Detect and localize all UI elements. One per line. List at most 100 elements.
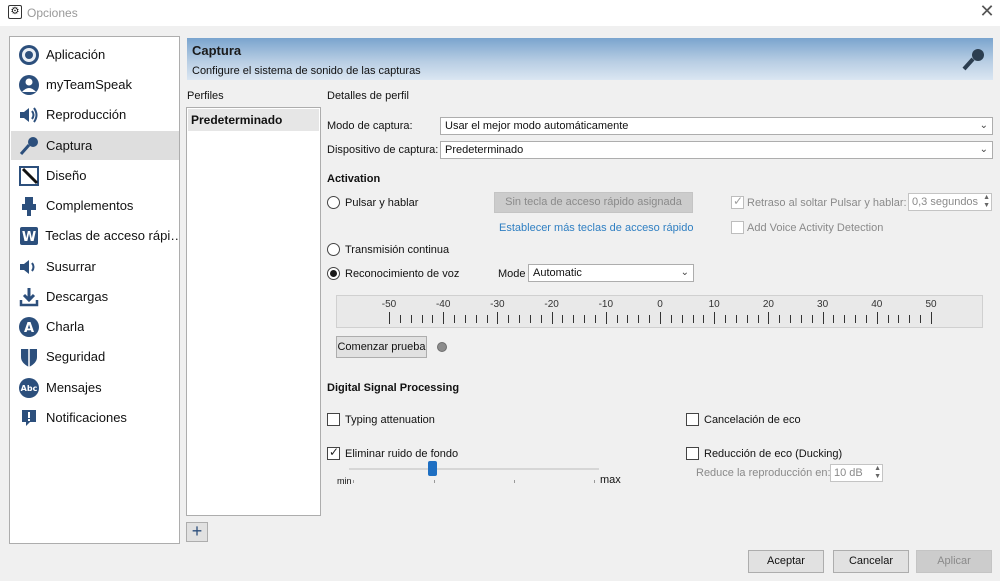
sidebar-item-label: Seguridad [46,349,106,364]
user-icon [16,73,42,97]
reduce-playback-spinbox[interactable]: 10 dB ▲ ▼ [830,464,883,482]
sidebar-item-mensajes[interactable]: Abc Mensajes [11,373,179,402]
capture-device-value: Predeterminado [445,144,524,156]
profiles-list: Predeterminado [186,107,321,516]
voice-level-meter[interactable]: -50 -40 -30 -20 -10 0 10 20 30 40 50 [336,295,983,328]
more-hotkeys-link[interactable]: Establecer más teclas de acceso rápido [499,222,693,234]
meter-tick [475,315,477,323]
meter-tick [529,315,531,323]
sidebar-item-label: Captura [46,138,93,153]
mode-label: Mode [498,268,526,280]
svg-text:W: W [21,230,35,245]
page-title: Captura [192,43,242,58]
continuous-label: Transmisión continua [345,244,450,256]
sidebar-item-charla[interactable]: A Charla [11,312,179,341]
noise-slider-thumb[interactable] [427,461,437,476]
sidebar-item-myteamspeak[interactable]: myTeamSpeak [11,70,179,99]
meter-tick [540,315,542,323]
sidebar-item-diseno[interactable]: Diseño [11,161,179,190]
meter-tick [464,315,466,323]
meter-tick [746,315,748,323]
push-to-talk-radio[interactable] [327,196,340,209]
profile-item[interactable]: Predeterminado [188,109,319,131]
meter-tick [594,315,596,323]
meter-tick [757,315,759,323]
profiles-label: Perfiles [187,90,224,102]
sidebar-item-label: Diseño [46,168,87,183]
sidebar-item-reproduccion[interactable]: Reproducción [11,100,179,129]
sidebar-item-captura[interactable]: Captura [11,131,179,160]
push-to-talk-label: Pulsar y hablar [345,197,419,209]
sidebar-item-label: Susurrar [46,259,96,274]
sidebar-item-teclas[interactable]: W Teclas de acceso rápi… [11,221,179,250]
sidebar-item-complementos[interactable]: Complementos [11,191,179,220]
mode-value: Automatic [533,267,582,279]
spin-arrows-icon: ▲ ▼ [983,194,990,209]
vad-checkbox[interactable] [731,221,744,234]
meter-tick [389,312,390,324]
sidebar-item-aplicacion[interactable]: Aplicación [11,40,179,69]
release-delay-spinbox[interactable]: 0,3 segundos ▲ ▼ [908,193,992,211]
meter-tick [735,315,737,323]
meter-tick [876,312,878,324]
meter-tick-label: -50 [381,299,397,310]
meter-tick [660,312,661,324]
sidebar-item-label: Notificaciones [46,410,127,425]
meter-tick [931,312,932,324]
meter-tick-label: 0 [657,299,663,310]
noise-removal-label: Eliminar ruido de fondo [345,448,459,460]
capture-device-select[interactable]: Predeterminado ⌄ [440,141,993,159]
voice-activation-radio[interactable] [327,267,340,280]
mode-select[interactable]: Automatic ⌄ [528,264,694,282]
continuous-radio[interactable] [327,243,340,256]
add-profile-button[interactable]: + [186,522,208,542]
sidebar-item-susurrar[interactable]: Susurrar [11,252,179,281]
sidebar-item-label: Mensajes [46,380,102,395]
chevron-down-icon: ⌄ [979,144,988,155]
ducking-checkbox[interactable] [686,447,699,460]
meter-tick [649,315,651,323]
shield-icon [16,345,42,369]
noise-removal-checkbox[interactable]: ✓ [327,445,340,460]
meter-tick [616,315,618,323]
accept-button[interactable]: Aceptar [748,550,824,573]
slider-tick [353,480,354,483]
cancel-button[interactable]: Cancelar [833,550,909,573]
meter-tick [887,315,889,323]
hotkey-button[interactable]: Sin tecla de acceso rápido asignada [494,192,693,213]
sidebar-item-descargas[interactable]: Descargas [11,282,179,311]
capture-mode-select[interactable]: Usar el mejor modo automáticamente ⌄ [440,117,993,135]
noise-slider-track[interactable] [349,468,599,470]
typing-attenuation-label: Typing attenuation [345,414,435,426]
typing-attenuation-checkbox[interactable] [327,413,340,426]
checkmark-icon: ✓ [329,445,340,459]
chevron-down-icon: ⌄ [680,267,689,278]
slider-tick [434,480,435,483]
hotkey-icon: W [16,224,41,248]
capture-mode-label: Modo de captura: [327,120,413,132]
start-test-button[interactable]: Comenzar prueba [336,336,427,358]
sidebar-item-seguridad[interactable]: Seguridad [11,342,179,371]
profile-details-label: Detalles de perfil [327,90,409,102]
meter-tick [681,315,683,323]
chevron-down-icon: ⌄ [979,120,988,131]
release-delay-checkbox[interactable]: ✓ [731,194,744,209]
title-bar: ⚙ Opciones ✕ [0,0,1000,26]
release-delay-label: Retraso al soltar Pulsar y hablar: [747,197,907,209]
echo-cancel-checkbox[interactable] [686,413,699,426]
meter-tick [562,315,564,323]
options-gear-icon: ⚙ [8,5,22,19]
window-title: Opciones [27,6,78,20]
meter-tick [692,315,694,323]
meter-tick [725,315,727,323]
meter-tick-label: 30 [817,299,829,310]
notification-icon [16,406,42,430]
close-button[interactable]: ✕ [975,1,999,23]
sidebar-item-label: Complementos [46,198,134,213]
sidebar-item-notificaciones[interactable]: Notificaciones [11,403,179,432]
slider-min-label: min [337,476,352,486]
meter-tick-label: -40 [435,299,451,310]
vad-label: Add Voice Activity Detection [747,222,884,234]
apply-button[interactable]: Aplicar [916,550,992,573]
reduce-playback-label: Reduce la reproducción en: [696,467,831,479]
